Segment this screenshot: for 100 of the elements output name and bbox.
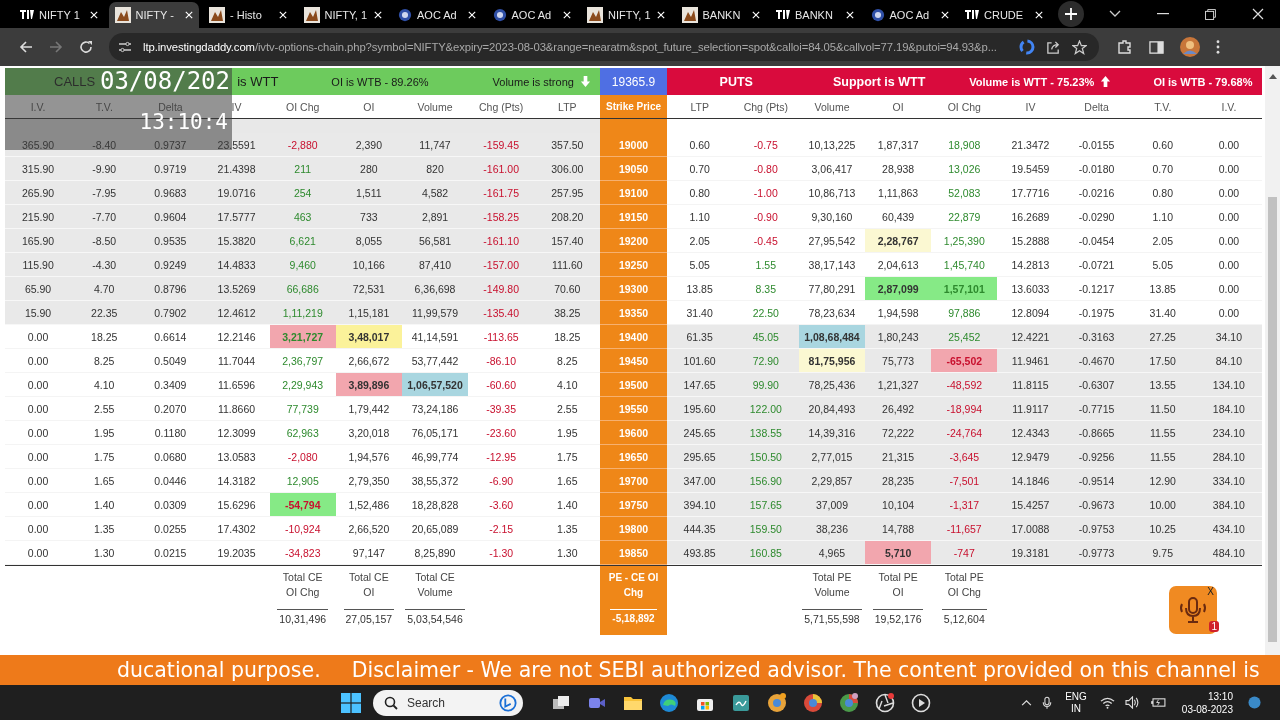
browser-icon[interactable] — [659, 692, 679, 713]
microphone-icon[interactable] — [1042, 695, 1053, 710]
browser-tab[interactable]: AOC Ad — [486, 2, 577, 28]
table-cell: -113.65 — [468, 325, 535, 349]
thumbnail-icon — [114, 7, 131, 23]
browser-icon[interactable] — [803, 692, 823, 713]
table-cell: 484.10 — [1195, 541, 1262, 565]
play-icon[interactable] — [911, 692, 931, 713]
table-cell: 147.65 — [666, 373, 733, 397]
table-cell: 315.90 — [5, 157, 72, 181]
column-header: I.V. — [1221, 100, 1237, 113]
total-value: 10,31,496 — [277, 609, 329, 625]
table-cell: 15.90 — [5, 301, 72, 325]
table-cell: 12.90 — [1129, 469, 1196, 493]
table-cell: 0.9719 — [137, 157, 204, 181]
battery-icon[interactable] — [1149, 697, 1167, 708]
browser-tab[interactable]: NIFTY - — [108, 2, 199, 28]
table-cell: 10,104 — [865, 493, 932, 517]
table-cell: 19.3181 — [997, 541, 1064, 565]
browser-tab[interactable]: NIFTY, 1 — [581, 2, 671, 28]
extensions-icon[interactable] — [1117, 39, 1133, 55]
minimize-icon[interactable] — [1157, 13, 1169, 15]
microphone-icon — [1178, 595, 1208, 625]
table-cell: 6,621 — [269, 229, 336, 253]
browser-icon[interactable] — [839, 692, 859, 713]
browser-tab[interactable]: BANKN — [675, 2, 766, 28]
scrollbar-thumb[interactable] — [1268, 197, 1277, 642]
browser-icon[interactable] — [767, 692, 787, 713]
logo-icon — [776, 10, 790, 20]
table-cell: 27.25 — [1129, 325, 1196, 349]
strike-price-cell: 19000 — [600, 133, 667, 157]
table-cell: -48,592 — [931, 373, 998, 397]
site-info-icon[interactable] — [118, 41, 132, 53]
voice-widget[interactable]: X 1 — [1169, 586, 1217, 634]
language-indicator[interactable]: ENG IN — [1065, 690, 1087, 715]
aperture-icon[interactable] — [875, 692, 895, 713]
table-cell: 12.4612 — [203, 301, 270, 325]
start-icon[interactable] — [341, 692, 361, 713]
restore-icon[interactable] — [1205, 8, 1216, 20]
table-cell: 18.25 — [71, 325, 138, 349]
scroll-up-icon[interactable] — [1268, 74, 1277, 79]
browser-tab[interactable]: AOC Ad — [864, 2, 955, 28]
support-label: Support is WTT — [832, 74, 926, 89]
close-button[interactable]: X — [1207, 586, 1214, 597]
close-icon[interactable] — [1252, 8, 1264, 20]
table-cell: -54,794 — [269, 493, 336, 517]
address-field[interactable]: ltp.investingdaddy.com/ivtv-options-chain.php?symbol=NIFTY&expiry=2023-08-03&range=nearatm&spot_future_selection=spot&calloi=84.05&callvol=77.19&putoi=94.93&p... — [109, 33, 1099, 61]
table-cell: 12.4221 — [997, 325, 1064, 349]
table-cell: -0.9514 — [1063, 469, 1130, 493]
avatar-icon[interactable] — [1180, 37, 1200, 57]
column-header: Strike Price — [600, 95, 667, 118]
chevron-down-icon[interactable] — [1109, 10, 1121, 18]
table-cell: 87,410 — [401, 253, 469, 277]
volume-icon[interactable] — [1124, 696, 1140, 709]
share-icon[interactable] — [1046, 39, 1061, 55]
total-value: 27,05,157 — [343, 609, 395, 625]
browser-tab[interactable]: NIFTY, 1 — [297, 2, 388, 28]
table-cell: -18,994 — [931, 397, 998, 421]
menu-icon[interactable] — [1216, 40, 1220, 54]
browser-tab[interactable]: - Histo — [203, 2, 293, 28]
table-cell: 208.20 — [534, 205, 601, 229]
table-cell: 34.10 — [1195, 325, 1262, 349]
clock[interactable]: 13:10 03-08-2023 — [1181, 689, 1233, 716]
wifi-icon[interactable] — [1099, 696, 1115, 709]
column-header: Volume — [814, 100, 850, 113]
table-cell: 1,08,68,484 — [798, 325, 866, 349]
side-panel-icon[interactable] — [1149, 39, 1164, 55]
search-field[interactable]: Search — [373, 689, 523, 716]
table-cell: 2,28,767 — [865, 229, 932, 253]
browser-tab[interactable]: BANKN — [770, 2, 860, 28]
chevron-up-icon[interactable] — [1021, 699, 1033, 706]
table-cell: -7.70 — [71, 205, 138, 229]
table-cell: 10.00 — [1129, 493, 1196, 517]
browser-tab[interactable]: CRUDE — [959, 2, 1049, 28]
table-cell: 3,89,896 — [335, 373, 402, 397]
app-icon[interactable] — [731, 692, 751, 713]
volume-status: Volume is WTT - 75.23% — [969, 75, 1095, 88]
table-cell: 1,80,243 — [865, 325, 932, 349]
table-cell: 1,11,219 — [269, 301, 336, 325]
strike-price-cell: 19100 — [600, 181, 667, 205]
table-cell: 1,57,101 — [931, 277, 998, 301]
new-tab-button[interactable] — [1057, 1, 1084, 27]
back-icon[interactable] — [19, 40, 33, 54]
table-cell: 257.95 — [534, 181, 601, 205]
notification-badge: 1 — [1209, 621, 1219, 632]
table-cell: 9,460 — [269, 253, 336, 277]
strike-price-cell: 19800 — [600, 517, 667, 541]
table-cell: -161.10 — [468, 229, 535, 253]
table-cell: 280 — [335, 157, 402, 181]
table-cell: 21,315 — [865, 445, 932, 469]
table-cell: -0.4670 — [1063, 349, 1130, 373]
url-text: ltp.investingdaddy.com/ivtv-options-chain.php?symbol=NIFTY&expiry=2023-08-03&range=nearatm&spot_future_selection=spot&calloi=84.05&callvol=77.19&putoi=94.93&p... — [143, 41, 998, 53]
table-cell: -8.40 — [71, 133, 138, 157]
browser-tab[interactable]: NIFTY 1 — [14, 2, 104, 28]
notification-icon[interactable] — [1248, 696, 1261, 709]
star-icon[interactable] — [1072, 39, 1087, 55]
reload-icon[interactable] — [79, 40, 93, 54]
table-cell: 463 — [269, 205, 336, 229]
forward-icon[interactable] — [49, 40, 63, 54]
browser-tab[interactable]: AOC Ad — [392, 2, 482, 28]
